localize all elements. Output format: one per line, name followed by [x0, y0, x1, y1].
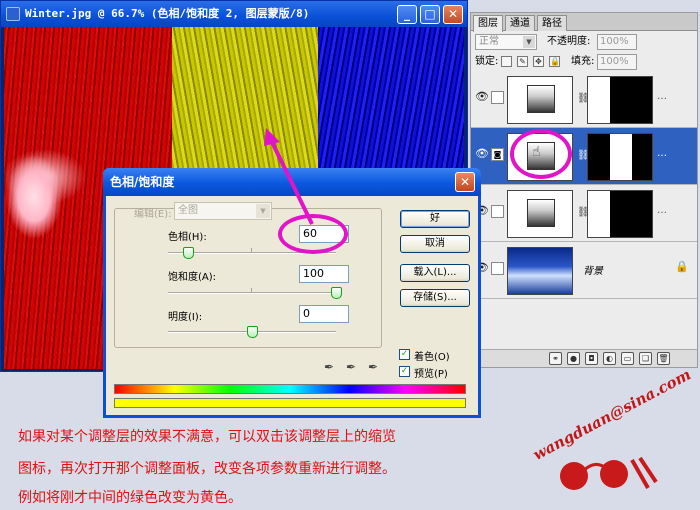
blend-mode-value: 正常 [479, 36, 499, 47]
layer-link-box[interactable]: ◙ [491, 148, 504, 161]
dialog-title: 色相/饱和度 [110, 175, 175, 189]
layers-panel: 图层 通道 路径 正常 ▼ 不透明度: 100% 锁定: ✎ ✥ 🔒 填充: 1… [470, 12, 698, 368]
layer-mask-thumbnail[interactable] [587, 133, 653, 181]
caption-line-1: 如果对某个调整层的效果不满意，可以双击该调整层上的缩览 [18, 429, 396, 445]
lock-pixels-icon[interactable]: ✎ [517, 56, 528, 67]
lock-fill-row: 锁定: ✎ ✥ 🔒 填充: 100% [471, 52, 697, 72]
save-button[interactable]: 存储(S)... [400, 289, 470, 307]
layer-link-box[interactable] [491, 91, 504, 104]
caption-line-3: 例如将刚才中间的绿色改变为黄色。 [18, 490, 242, 506]
hue-label: 色相(H): [168, 232, 207, 243]
panel-tabs: 图层 通道 路径 [471, 13, 697, 32]
adjustment-icon[interactable]: ◐ [603, 352, 616, 365]
tab-paths[interactable]: 路径 [537, 15, 567, 31]
lock-label: 锁定: [475, 56, 499, 67]
mask-white-area [588, 77, 610, 123]
link-layers-icon[interactable]: ⚭ [549, 352, 562, 365]
opacity-label: 不透明度: [547, 36, 591, 47]
hue-slider-thumb[interactable] [183, 247, 195, 259]
layer-thumbnail[interactable] [507, 76, 573, 124]
trash-icon[interactable]: 🗑 [657, 352, 670, 365]
saturation-slider-thumb[interactable] [331, 287, 342, 299]
close-document-button[interactable]: ✕ [443, 5, 463, 24]
lightness-slider-thumb[interactable] [247, 326, 258, 338]
load-button[interactable]: 载入(L)... [400, 264, 470, 282]
new-layer-icon[interactable]: ❏ [639, 352, 652, 365]
layer-thumbnail-highlight-ring [510, 129, 572, 179]
opacity-input[interactable]: 100% [597, 34, 637, 50]
lightness-input[interactable]: 0 [299, 305, 349, 323]
edit-select-value: 全图 [178, 205, 198, 216]
hue-center-tick [251, 248, 252, 252]
input-color-spectrum [114, 384, 466, 394]
saturation-label: 饱和度(A): [168, 272, 217, 283]
mask-white-area [610, 134, 632, 180]
minimize-button[interactable]: _ [397, 5, 417, 24]
layer-row[interactable]: 👁 ⛓ … [471, 185, 697, 242]
preview-checkbox[interactable]: ✓ [399, 366, 410, 377]
eyedropper-plus-icon[interactable]: ✒ [346, 360, 356, 374]
mask-icon[interactable]: ◘ [585, 352, 598, 365]
photoshop-document-icon [6, 7, 20, 21]
watermark: wangduan@sina.com [530, 365, 694, 500]
layers-footer: ⚭ ● ◘ ◐ ▭ ❏ 🗑 [471, 349, 697, 367]
layer-row-background[interactable]: 👁 背景 🔒 [471, 242, 697, 299]
tab-channels[interactable]: 通道 [505, 15, 535, 31]
saturation-center-tick [251, 288, 252, 292]
layer-more-icon: … [657, 148, 667, 159]
layer-link-box[interactable] [491, 205, 504, 218]
background-thumbnail[interactable] [507, 247, 573, 295]
edit-label: 编辑(E): [134, 209, 172, 220]
ok-button[interactable]: 好 [400, 210, 470, 228]
tab-layers[interactable]: 图层 [473, 15, 503, 32]
folder-icon[interactable]: ▭ [621, 352, 634, 365]
eyedropper-minus-icon[interactable]: ✒ [368, 360, 378, 374]
adjustment-icon [527, 85, 555, 113]
layer-more-icon: … [657, 91, 667, 102]
layer-thumbnail[interactable] [507, 190, 573, 238]
maximize-button[interactable]: □ [420, 5, 440, 24]
eye-icon[interactable]: 👁 [475, 148, 489, 160]
document-title: Winter.jpg @ 66.7% (色相/饱和度 2, 图层蒙版/8) [25, 7, 310, 20]
cancel-button[interactable]: 取消 [400, 235, 470, 253]
blend-mode-select[interactable]: 正常 ▼ [475, 34, 537, 50]
chevron-down-icon: ▼ [523, 36, 535, 48]
background-layer-name[interactable]: 背景 [583, 262, 603, 277]
layer-more-icon: … [657, 205, 667, 216]
saturation-slider-track[interactable] [168, 292, 336, 294]
fx-icon[interactable]: ● [567, 352, 580, 365]
lock-icon: 🔒 [675, 260, 689, 273]
hand-cursor-icon: ☝ [532, 144, 541, 160]
caption-line-2: 图标，再次打开那个调整面板，改变各项参数重新进行调整。 [18, 461, 396, 477]
lightness-label: 明度(I): [168, 312, 203, 323]
saturation-input[interactable]: 100 [299, 265, 349, 283]
eye-icon[interactable]: 👁 [475, 91, 489, 103]
blend-opacity-row: 正常 ▼ 不透明度: 100% [471, 32, 697, 52]
adjustment-icon [527, 199, 555, 227]
layers-list: 👁 ⛓ … 👁 ◙ ⛓ … 👁 ⛓ … 👁 背景 🔒 [471, 71, 697, 337]
layer-mask-thumbnail[interactable] [587, 190, 653, 238]
fill-input[interactable]: 100% [597, 54, 637, 70]
layers-empty-area [471, 299, 697, 337]
dialog-close-button[interactable]: ✕ [455, 172, 475, 192]
layer-link-box[interactable] [491, 262, 504, 275]
layer-row[interactable]: 👁 ⛓ … [471, 71, 697, 128]
lock-position-icon[interactable]: ✥ [533, 56, 544, 67]
preview-label: 预览(P) [414, 369, 448, 380]
fill-label: 填充: [571, 56, 595, 67]
output-color-spectrum [114, 398, 466, 408]
layer-mask-thumbnail[interactable] [587, 76, 653, 124]
colorize-checkbox[interactable]: ✓ [399, 349, 410, 360]
pointer-arrow-icon [264, 128, 314, 225]
lock-transparency-icon[interactable] [501, 56, 512, 67]
mask-white-area [588, 191, 610, 237]
lock-all-icon[interactable]: 🔒 [549, 56, 560, 67]
colorize-label: 着色(O) [414, 352, 450, 363]
watermark-text: wangduan@sina.com [530, 365, 694, 464]
watermark-logo-icon [560, 456, 658, 490]
eyedropper-icon[interactable]: ✒ [324, 360, 334, 374]
layer-row-selected[interactable]: 👁 ◙ ⛓ … [471, 128, 697, 185]
